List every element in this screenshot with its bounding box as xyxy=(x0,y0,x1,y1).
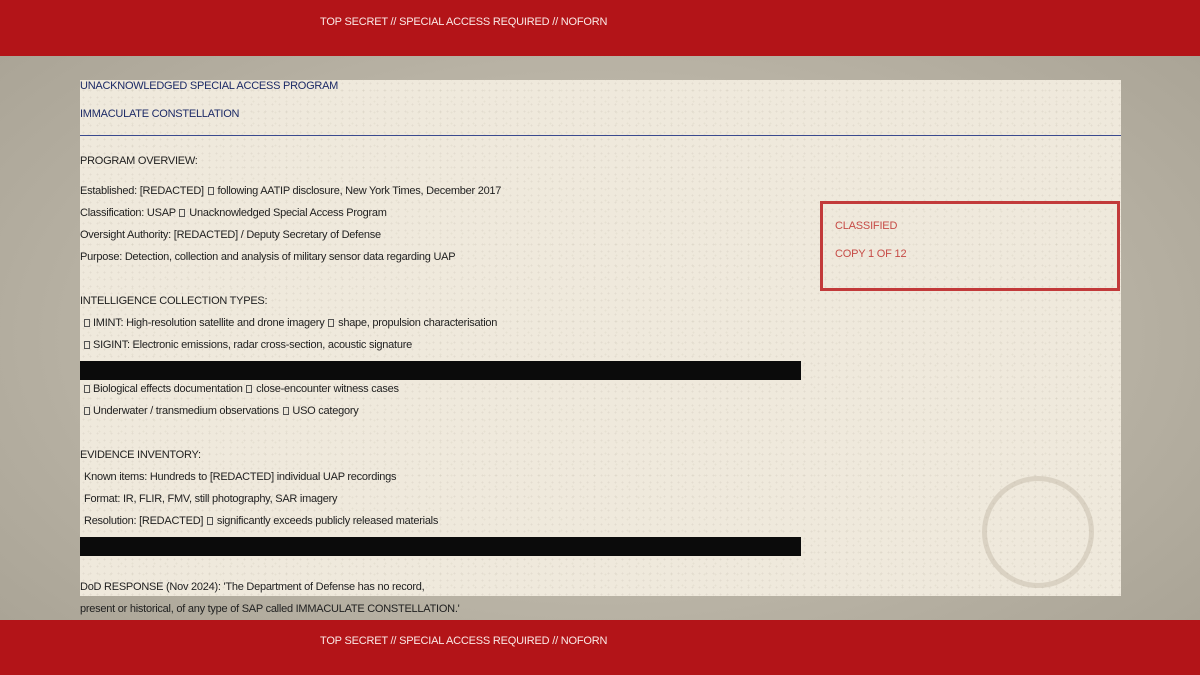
overview-heading: PROGRAM OVERVIEW: xyxy=(80,155,198,167)
overview-classification: Classification: USAP Unacknowledged Spec… xyxy=(80,207,387,219)
missing-glyph-icon xyxy=(179,209,186,217)
program-name: IMMACULATE CONSTELLATION xyxy=(80,108,240,120)
evidence-resolution: Resolution: [REDACTED] significantly exc… xyxy=(84,515,439,527)
classified-stamp xyxy=(820,201,1120,291)
header-divider xyxy=(80,135,1121,136)
faded-seal-mark xyxy=(982,476,1094,588)
bullet-icon xyxy=(84,341,90,349)
banner-top-text: TOP SECRET // SPECIAL ACCESS REQUIRED //… xyxy=(320,16,608,28)
bullet-icon xyxy=(84,319,90,327)
evidence-known: Known items: Hundreds to [REDACTED] indi… xyxy=(84,471,397,483)
dod-response-line1: DoD RESPONSE (Nov 2024): 'The Department… xyxy=(80,581,425,593)
stamp-copy-number: COPY 1 OF 12 xyxy=(835,248,907,260)
program-type: UNACKNOWLEDGED SPECIAL ACCESS PROGRAM xyxy=(80,80,339,92)
missing-glyph-icon xyxy=(207,517,214,525)
missing-glyph-icon xyxy=(246,385,253,393)
collection-bio: Biological effects documentation close-e… xyxy=(80,383,399,395)
collection-heading: INTELLIGENCE COLLECTION TYPES: xyxy=(80,295,268,307)
redaction-bar xyxy=(80,361,801,380)
collection-uso: Underwater / transmedium observations US… xyxy=(80,405,359,417)
classification-banner-top: TOP SECRET // SPECIAL ACCESS REQUIRED //… xyxy=(0,0,1200,56)
banner-bottom-text: TOP SECRET // SPECIAL ACCESS REQUIRED //… xyxy=(320,635,608,647)
stamp-label: CLASSIFIED xyxy=(835,220,898,232)
bullet-icon xyxy=(84,385,90,393)
dod-response-line2: present or historical, of any type of SA… xyxy=(80,603,460,615)
missing-glyph-icon xyxy=(207,187,214,195)
collection-sigint: SIGINT: Electronic emissions, radar cros… xyxy=(80,339,412,351)
overview-established: Established: [REDACTED] following AATIP … xyxy=(80,185,502,197)
collection-imint: IMINT: High-resolution satellite and dro… xyxy=(80,317,497,329)
classification-banner-bottom: TOP SECRET // SPECIAL ACCESS REQUIRED //… xyxy=(0,620,1200,675)
missing-glyph-icon xyxy=(282,407,289,415)
evidence-heading: EVIDENCE INVENTORY: xyxy=(80,449,201,461)
evidence-format: Format: IR, FLIR, FMV, still photography… xyxy=(84,493,338,505)
bullet-icon xyxy=(84,407,90,415)
overview-oversight: Oversight Authority: [REDACTED] / Deputy… xyxy=(80,229,381,241)
missing-glyph-icon xyxy=(328,319,335,327)
redaction-bar xyxy=(80,537,801,556)
overview-purpose: Purpose: Detection, collection and analy… xyxy=(80,251,456,263)
